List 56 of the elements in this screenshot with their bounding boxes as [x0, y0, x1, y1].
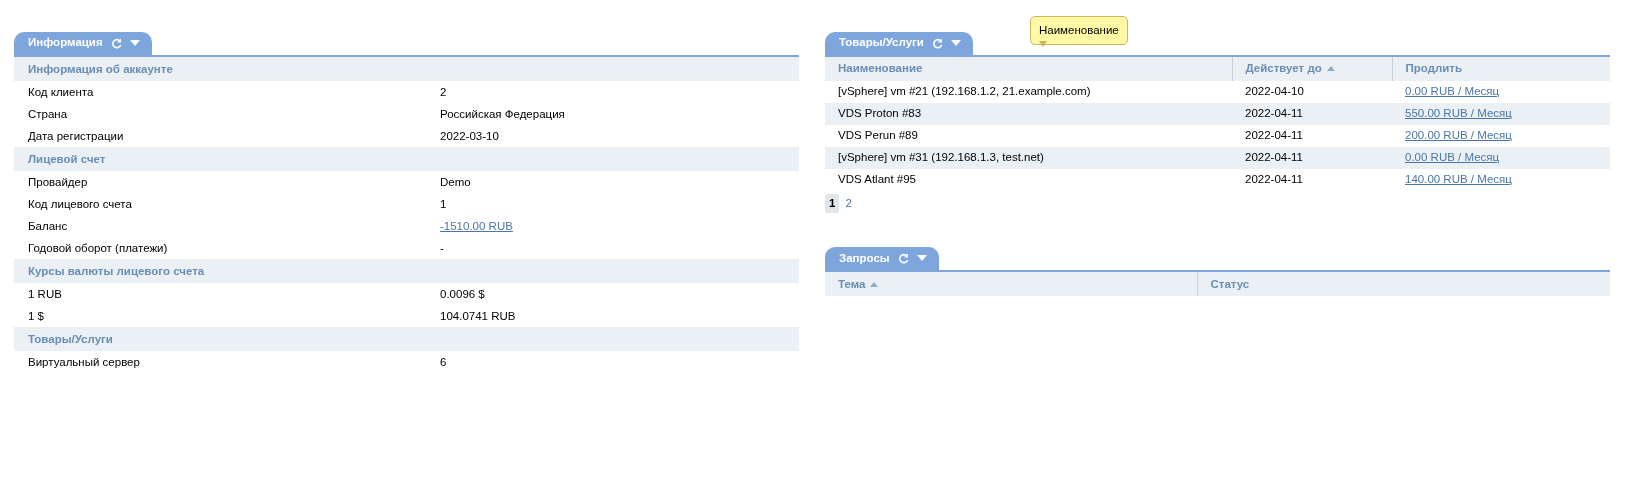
field-label: Страна [27, 107, 69, 122]
price-link[interactable]: 140.00 RUB / Месяц [1405, 173, 1512, 186]
section-header: Информация об аккаунте [14, 57, 799, 81]
caret-icon[interactable] [950, 40, 961, 46]
field-label: Код лицевого счета [27, 197, 133, 212]
field-value: 2022-03-10 [440, 130, 499, 142]
table-cell: VDS Atlant #95 [825, 169, 1232, 191]
field-label: 1 RUB [27, 287, 63, 302]
field-label: Годовой оборот (платежи) [27, 241, 169, 256]
column-header[interactable]: Наименование [825, 57, 1232, 81]
caret-icon[interactable] [129, 40, 140, 46]
price-link[interactable]: 0.00 RUB / Месяц [1405, 85, 1500, 98]
field-value: 0.0096 $ [440, 288, 485, 300]
table-cell: 2022-04-11 [1232, 169, 1392, 191]
table-cell: 2022-04-11 [1232, 103, 1392, 125]
refresh-icon[interactable] [897, 252, 909, 264]
page-link[interactable]: 1 [825, 194, 840, 214]
caret-icon[interactable] [916, 255, 927, 262]
table-cell: [vSphere] vm #21 (192.168.1.2, 21.example.com) [825, 81, 1232, 103]
panel-tab[interactable]: Товары/Услуги [825, 32, 973, 55]
panel-tab[interactable]: Информация [14, 32, 152, 55]
field-value: 2 [440, 86, 447, 98]
table-cell: 2022-04-11 [1232, 147, 1392, 169]
column-header[interactable]: Тема [825, 272, 1197, 297]
field-label: Провайдер [27, 175, 89, 190]
field-value: 6 [440, 356, 447, 368]
section-header: Лицевой счет [14, 147, 799, 171]
field-value: 1 [440, 198, 447, 210]
field-label: Виртуальный сервер [27, 355, 141, 370]
column-header[interactable]: Действует до [1232, 57, 1392, 81]
tab-label: Запросы [839, 250, 890, 266]
section-header: Курсы валюты лицевого счета [14, 259, 799, 283]
table-cell: VDS Perun #89 [825, 125, 1232, 147]
field-value: Российская Федерация [440, 108, 565, 120]
field-label: 1 $ [27, 309, 45, 324]
refresh-icon[interactable] [931, 37, 943, 49]
field-value: - [440, 242, 444, 254]
field-label: Дата регистрации [27, 129, 125, 144]
column-header[interactable]: Статус [1197, 272, 1610, 297]
panel-tab[interactable]: Запросы [825, 247, 939, 271]
table-cell: [vSphere] vm #31 (192.168.1.3, test.net) [825, 147, 1232, 169]
field-value: 104.0741 RUB [440, 310, 516, 322]
section-header: Товары/Услуги [14, 327, 799, 351]
refresh-icon[interactable] [110, 37, 122, 49]
field-label: Код клиента [27, 85, 95, 100]
table-cell: 2022-04-10 [1232, 81, 1392, 103]
page-link[interactable]: 2 [841, 194, 856, 214]
tab-label: Информация [28, 35, 103, 51]
table-cell: 2022-04-11 [1232, 125, 1392, 147]
price-link[interactable]: 200.00 RUB / Месяц [1405, 129, 1512, 142]
field-label: Баланс [27, 219, 69, 234]
balance-link[interactable]: -1510.00 RUB [440, 220, 513, 232]
column-header[interactable]: Продлить [1392, 57, 1610, 81]
tab-label: Товары/Услуги [839, 35, 924, 51]
table-cell: VDS Proton #83 [825, 103, 1232, 125]
field-value: Demo [440, 176, 471, 188]
